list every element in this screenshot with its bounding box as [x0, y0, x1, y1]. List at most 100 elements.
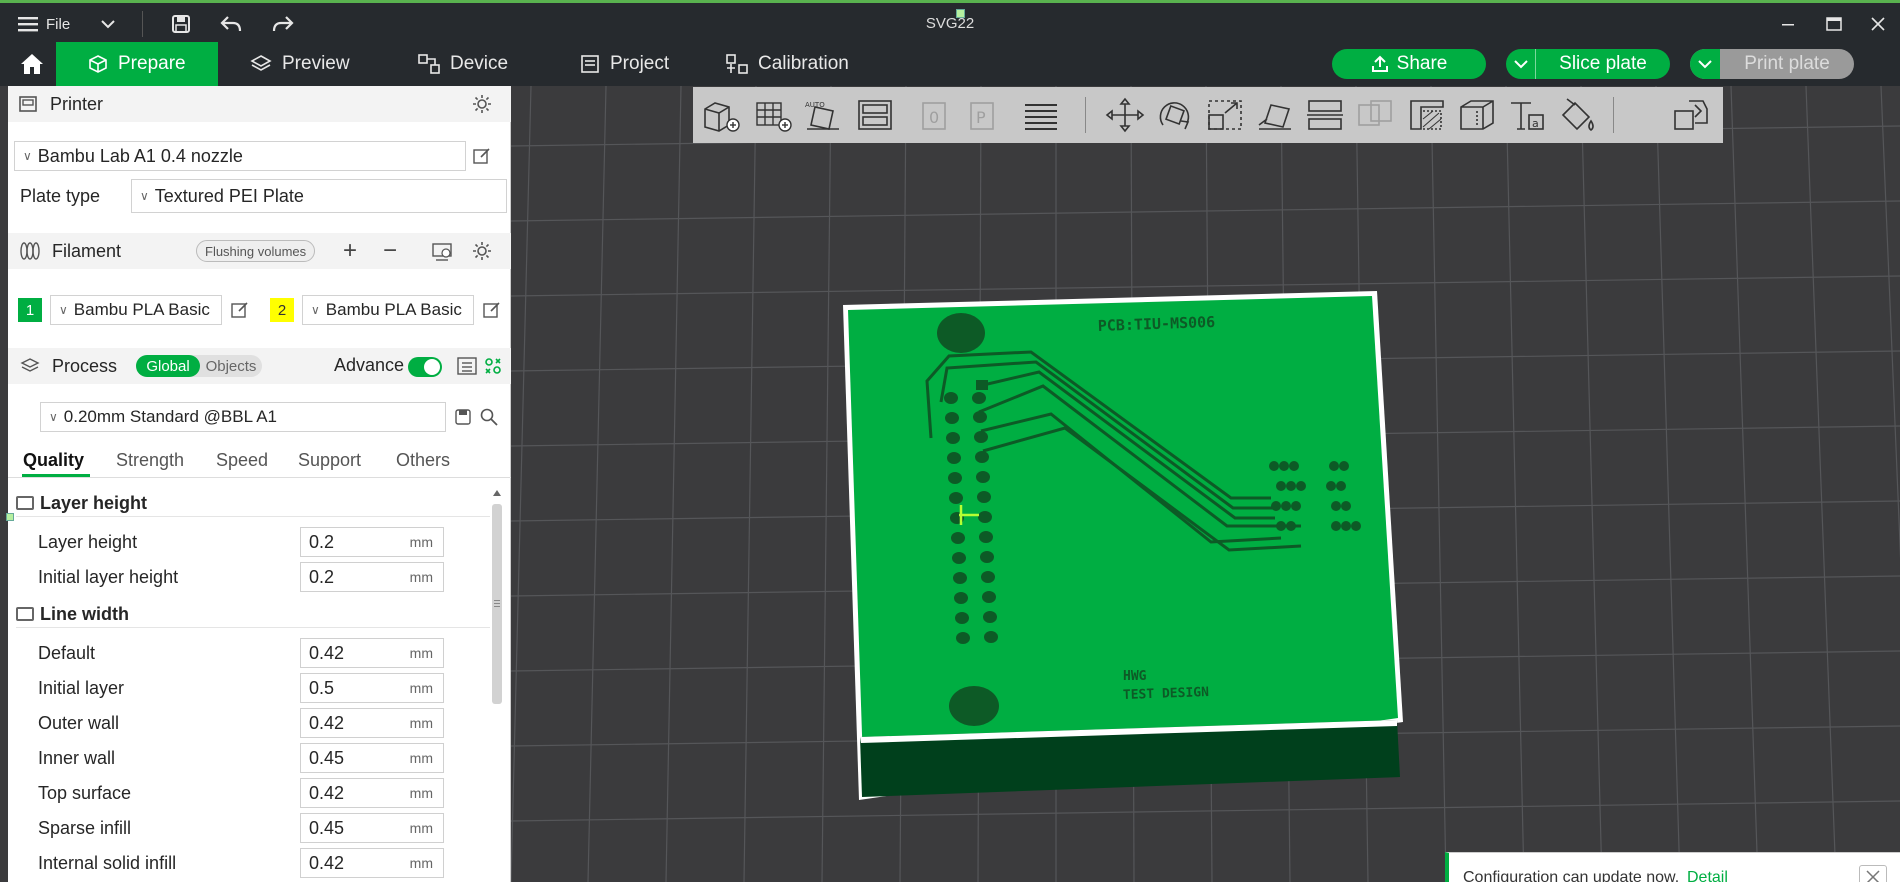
tab-label: Prepare: [118, 53, 186, 74]
toggle-global[interactable]: Global: [136, 355, 200, 377]
add-plate-icon[interactable]: [751, 95, 795, 135]
color-paint-icon[interactable]: [1555, 95, 1599, 135]
save-icon[interactable]: [166, 9, 196, 39]
move-icon[interactable]: [1103, 95, 1147, 135]
layers-icon: [250, 55, 272, 71]
maximize-button[interactable]: [1812, 9, 1856, 39]
tab-calibration[interactable]: Calibration: [708, 42, 867, 86]
filament-settings-icon[interactable]: [470, 239, 494, 263]
top-surface-label: Top surface: [38, 783, 132, 803]
tab-device[interactable]: Device: [400, 42, 526, 86]
filament-section-header: Filament Flushing volumes + −: [8, 233, 511, 269]
scroll-up-icon[interactable]: [490, 486, 504, 500]
compare-icon[interactable]: [482, 354, 504, 378]
printer-dropdown[interactable]: ∨ Bambu Lab A1 0.4 nozzle: [14, 141, 466, 171]
tab-speed[interactable]: Speed: [216, 450, 268, 471]
filament-sync-icon[interactable]: [430, 240, 454, 264]
print-plate-button[interactable]: Print plate: [1690, 49, 1854, 79]
plate-type-dropdown[interactable]: ∨ Textured PEI Plate: [131, 179, 507, 213]
unit-label: mm: [409, 855, 433, 871]
plate-settings-icon[interactable]: P: [963, 95, 1007, 135]
toggle-objects[interactable]: Objects: [200, 355, 262, 377]
top-surface-input[interactable]: 0.42 mm: [300, 778, 444, 808]
layer-height-input[interactable]: 0.2 mm: [300, 527, 444, 557]
internal-solid-infill-label: Internal solid infill: [38, 853, 177, 873]
notification-detail-link[interactable]: Detail: [1687, 869, 1728, 882]
close-button[interactable]: [1858, 9, 1898, 39]
add-filament-icon[interactable]: +: [338, 237, 362, 264]
minimize-button[interactable]: [1766, 9, 1810, 39]
chevron-down-icon[interactable]: [96, 9, 120, 39]
process-section-header: Process Global Objects Advance: [8, 348, 511, 384]
default-line-width-input[interactable]: 0.42 mm: [300, 638, 444, 668]
edit-filament-1-icon[interactable]: [228, 298, 252, 322]
close-notification-button[interactable]: [1859, 865, 1887, 882]
filament-2-dropdown[interactable]: ∨ Bambu PLA Basic: [302, 295, 474, 325]
text-tool-icon[interactable]: a: [1505, 95, 1549, 135]
printer-settings-icon[interactable]: [470, 92, 494, 116]
plate-icon[interactable]: 0: [915, 95, 959, 135]
svg-text:a: a: [1532, 117, 1539, 130]
chevron-down-icon[interactable]: [1690, 49, 1720, 79]
add-object-icon[interactable]: [699, 95, 743, 135]
arrange-icon[interactable]: [853, 95, 897, 135]
input-value: 0.42: [309, 852, 345, 873]
tab-quality[interactable]: Quality: [23, 450, 84, 471]
lay-on-face-icon[interactable]: [1253, 95, 1297, 135]
process-preset-dropdown[interactable]: ∨ 0.20mm Standard @BBL A1: [40, 402, 446, 432]
support-paint-icon[interactable]: [1405, 95, 1449, 135]
build-plate-viewport[interactable]: PCB:TIU-MS006 HWG TEST DESIGN: [511, 86, 1900, 882]
cut-icon[interactable]: [1303, 95, 1347, 135]
sparse-infill-input[interactable]: 0.45 mm: [300, 813, 444, 843]
undo-icon[interactable]: [216, 9, 246, 39]
edit-filament-2-icon[interactable]: [480, 298, 504, 322]
redo-icon[interactable]: [268, 9, 298, 39]
filament-1-dropdown[interactable]: ∨ Bambu PLA Basic: [50, 295, 222, 325]
edit-printer-icon[interactable]: [470, 144, 494, 168]
inner-wall-input[interactable]: 0.45 mm: [300, 743, 444, 773]
layers-list-icon[interactable]: [1019, 95, 1063, 135]
unit-label: mm: [409, 750, 433, 766]
tab-others[interactable]: Others: [396, 450, 450, 471]
flushing-volumes-button[interactable]: Flushing volumes: [196, 240, 316, 262]
file-menu[interactable]: File: [18, 9, 78, 39]
internal-solid-infill-input[interactable]: 0.42 mm: [300, 848, 444, 878]
rotate-icon[interactable]: [1153, 95, 1197, 135]
project-icon: [581, 55, 599, 73]
plate-type-label: Plate type: [20, 186, 101, 206]
tab-project[interactable]: Project: [562, 42, 687, 86]
close-icon: [1871, 17, 1885, 31]
assembly-icon[interactable]: [1669, 95, 1713, 135]
auto-orient-icon[interactable]: AUTO: [801, 95, 845, 135]
layer-height-group: Layer height: [16, 490, 147, 516]
home-button[interactable]: [8, 42, 56, 86]
tab-preview[interactable]: Preview: [232, 42, 368, 86]
settings-scrollbar[interactable]: [490, 486, 504, 882]
filament-slot-2[interactable]: 2: [270, 298, 294, 322]
tab-label: Project: [610, 53, 670, 74]
divider: [1613, 97, 1614, 133]
input-value: 0.42: [309, 782, 345, 803]
slice-plate-button[interactable]: Slice plate: [1506, 49, 1670, 79]
global-objects-toggle[interactable]: Global Objects: [136, 355, 262, 377]
list-view-icon[interactable]: [456, 354, 478, 378]
boolean-icon[interactable]: [1353, 95, 1397, 135]
tab-support[interactable]: Support: [298, 450, 361, 471]
printer-header: Printer: [50, 93, 104, 114]
initial-layer-height-input[interactable]: 0.2 mm: [300, 562, 444, 592]
search-icon[interactable]: [478, 406, 500, 428]
filament-slot-1[interactable]: 1: [18, 298, 42, 322]
scale-icon[interactable]: [1203, 95, 1247, 135]
outer-wall-input[interactable]: 0.42 mm: [300, 708, 444, 738]
chevron-down-icon[interactable]: [1506, 49, 1536, 79]
input-value: 0.45: [309, 747, 345, 768]
initial-layer-line-width-input[interactable]: 0.5 mm: [300, 673, 444, 703]
remove-filament-icon[interactable]: −: [378, 237, 402, 264]
share-button[interactable]: Share: [1332, 49, 1486, 79]
save-preset-icon[interactable]: [452, 406, 474, 428]
tab-prepare[interactable]: Prepare: [56, 42, 218, 86]
scroll-thumb[interactable]: [492, 504, 502, 704]
seam-paint-icon[interactable]: [1455, 95, 1499, 135]
tab-strength[interactable]: Strength: [116, 450, 184, 471]
advance-switch[interactable]: [408, 357, 442, 377]
